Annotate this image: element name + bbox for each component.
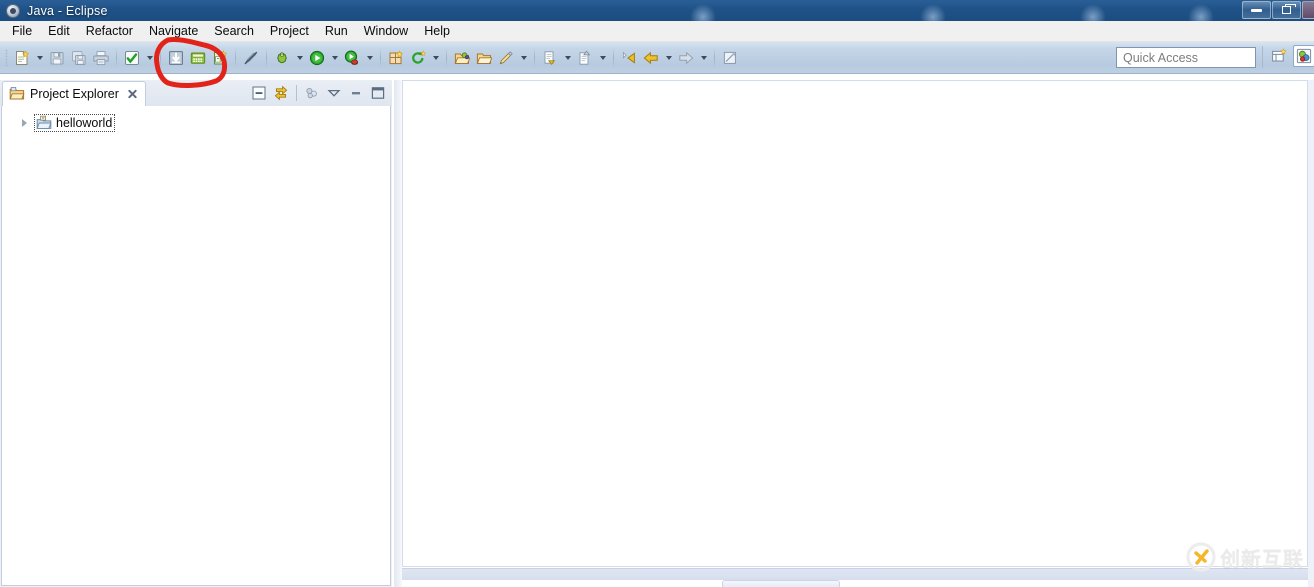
perspective-separator bbox=[1262, 46, 1263, 68]
project-explorer-icon bbox=[9, 86, 25, 102]
export-icon[interactable] bbox=[187, 47, 209, 69]
link-with-editor-icon[interactable] bbox=[271, 83, 291, 103]
pencil-icon[interactable] bbox=[495, 47, 517, 69]
project-tree[interactable]: helloworld bbox=[1, 106, 391, 586]
menu-item-file[interactable]: File bbox=[4, 22, 40, 41]
open-perspective-icon[interactable] bbox=[1268, 45, 1290, 67]
java-project-icon bbox=[36, 115, 52, 131]
forward-dropdown[interactable] bbox=[697, 47, 710, 69]
run-dropdown[interactable] bbox=[328, 47, 341, 69]
open-type-icon[interactable] bbox=[451, 47, 473, 69]
menu-item-search[interactable]: Search bbox=[206, 22, 262, 41]
new-java-package-icon[interactable] bbox=[385, 47, 407, 69]
toolbar-separator bbox=[116, 47, 117, 68]
restore-button[interactable] bbox=[1272, 1, 1301, 19]
previous-annotation-icon[interactable] bbox=[574, 47, 596, 69]
maximize-icon[interactable] bbox=[368, 83, 388, 103]
bottom-view-strip bbox=[402, 568, 1308, 580]
view-tab-row: Project Explorer bbox=[0, 80, 392, 106]
toolbar-separator bbox=[714, 47, 715, 68]
watermark-text: 创新互联 bbox=[1220, 548, 1304, 571]
aero-highlight bbox=[1080, 4, 1106, 21]
pencil-dropdown[interactable] bbox=[517, 47, 530, 69]
run-coverage-dropdown[interactable] bbox=[363, 47, 376, 69]
minimize-icon[interactable] bbox=[346, 83, 366, 103]
eclipse-icon bbox=[5, 3, 21, 19]
debug-dropdown[interactable] bbox=[293, 47, 306, 69]
collapse-all-icon[interactable] bbox=[249, 83, 269, 103]
toolbar-separator bbox=[266, 47, 267, 68]
toolbar-separator bbox=[613, 47, 614, 68]
java-perspective-icon[interactable] bbox=[1293, 45, 1314, 67]
bottom-tab-hint[interactable] bbox=[722, 580, 840, 587]
tree-item-selection[interactable]: helloworld bbox=[34, 114, 116, 132]
tree-item-label: helloworld bbox=[56, 116, 113, 130]
tab-project-explorer[interactable]: Project Explorer bbox=[2, 81, 146, 106]
chevron-right-icon[interactable] bbox=[18, 117, 30, 129]
tab-label: Project Explorer bbox=[30, 87, 119, 101]
build-all-dropdown[interactable] bbox=[143, 47, 156, 69]
run-coverage-icon[interactable] bbox=[341, 47, 363, 69]
toolbar-separator bbox=[446, 47, 447, 68]
focus-on-active-task-icon[interactable] bbox=[302, 83, 322, 103]
quick-access-input[interactable]: Quick Access bbox=[1116, 47, 1256, 68]
external-tools-icon[interactable] bbox=[407, 47, 429, 69]
view-toolbar bbox=[249, 83, 388, 103]
window-titlebar[interactable]: Java - Eclipse bbox=[0, 0, 1314, 21]
aero-highlight bbox=[1188, 4, 1214, 21]
view-toolbar-separator bbox=[296, 85, 297, 101]
toolbar-separator bbox=[534, 47, 535, 68]
menu-item-navigate[interactable]: Navigate bbox=[141, 22, 206, 41]
perspective-bar bbox=[1268, 45, 1314, 67]
watermark: 创新互联 bbox=[1186, 540, 1310, 574]
project-explorer-view: Project Explorer helloworld bbox=[0, 80, 392, 587]
toolbar-separator bbox=[160, 47, 161, 68]
tree-item-helloworld[interactable]: helloworld bbox=[2, 113, 390, 133]
toggle-mark-occurrences-icon[interactable] bbox=[240, 47, 262, 69]
run-icon[interactable] bbox=[306, 47, 328, 69]
next-annotation-dropdown[interactable] bbox=[561, 47, 574, 69]
save-icon[interactable] bbox=[46, 47, 68, 69]
window-controls bbox=[1242, 1, 1314, 19]
quick-access-placeholder: Quick Access bbox=[1123, 50, 1199, 65]
close-button[interactable] bbox=[1302, 1, 1314, 19]
toolbar-separator bbox=[235, 47, 236, 68]
menu-item-help[interactable]: Help bbox=[416, 22, 458, 41]
editor-area[interactable] bbox=[402, 80, 1308, 567]
back-arrow-icon[interactable] bbox=[640, 47, 662, 69]
watermark-logo-icon bbox=[1186, 542, 1216, 572]
new-wizard-dropdown[interactable] bbox=[33, 47, 46, 69]
window-title: Java - Eclipse bbox=[27, 3, 108, 18]
menubar: File Edit Refactor Navigate Search Proje… bbox=[0, 21, 1314, 42]
right-edge-strip bbox=[1308, 80, 1314, 587]
aero-highlight bbox=[920, 4, 946, 21]
build-all-icon[interactable] bbox=[121, 47, 143, 69]
previous-annotation-dropdown[interactable] bbox=[596, 47, 609, 69]
toolbar-separator bbox=[380, 47, 381, 68]
pin-editor-icon[interactable] bbox=[719, 47, 741, 69]
new-wizard-icon[interactable] bbox=[11, 47, 33, 69]
back-edit-icon[interactable] bbox=[618, 47, 640, 69]
close-icon[interactable] bbox=[126, 88, 138, 100]
menu-item-window[interactable]: Window bbox=[356, 22, 416, 41]
open-task-icon[interactable] bbox=[473, 47, 495, 69]
external-tools-dropdown[interactable] bbox=[429, 47, 442, 69]
back-dropdown[interactable] bbox=[662, 47, 675, 69]
print-icon[interactable] bbox=[90, 47, 112, 69]
forward-arrow-icon[interactable] bbox=[675, 47, 697, 69]
menu-item-refactor[interactable]: Refactor bbox=[78, 22, 141, 41]
new-java-class-icon[interactable] bbox=[209, 47, 231, 69]
next-annotation-icon[interactable] bbox=[539, 47, 561, 69]
view-menu-icon[interactable] bbox=[324, 83, 344, 103]
import-icon[interactable] bbox=[165, 47, 187, 69]
menu-item-run[interactable]: Run bbox=[317, 22, 356, 41]
debug-icon[interactable] bbox=[271, 47, 293, 69]
toolbar-grip[interactable] bbox=[5, 48, 8, 67]
sash-divider[interactable] bbox=[394, 80, 402, 587]
save-all-icon[interactable] bbox=[68, 47, 90, 69]
menu-item-project[interactable]: Project bbox=[262, 22, 317, 41]
aero-highlight bbox=[690, 4, 716, 21]
minimize-button[interactable] bbox=[1242, 1, 1271, 19]
menu-item-edit[interactable]: Edit bbox=[40, 22, 78, 41]
